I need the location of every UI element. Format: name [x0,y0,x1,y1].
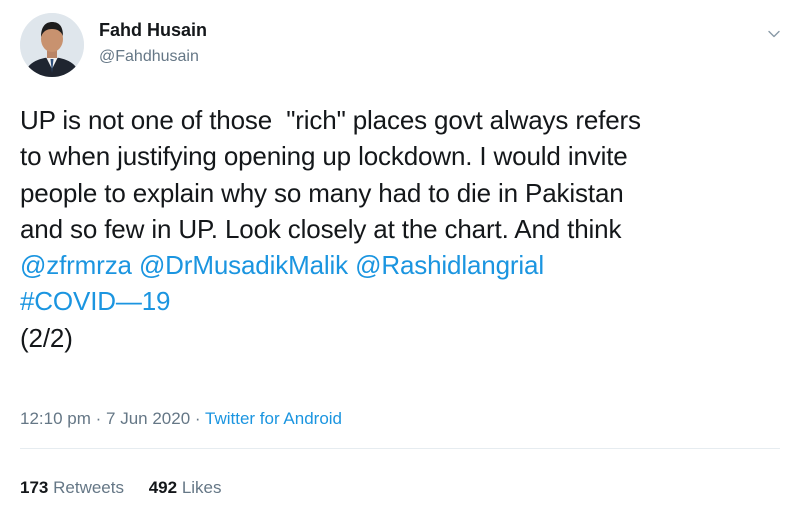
tweet-suffix: (2/2) [20,322,73,353]
avatar-image [20,13,84,77]
retweets-label: Retweets [53,478,124,497]
tweet-text-line: UP is not one of those "rich" places gov… [20,105,641,135]
mention-link-drmusadikmalik[interactable]: @DrMusadikMalik [139,250,348,280]
meta-separator: · [194,409,201,428]
tweet-time[interactable]: 12:10 pm [20,409,91,428]
tweet-text-line: and so few in UP. Look closely at the ch… [20,213,622,244]
tweet-text-line: people to explain why so many had to die… [20,177,624,208]
tweet-text-line: to when justifying opening up lockdown. … [20,141,628,172]
chevron-down-icon [768,30,780,38]
tweet-menu-button[interactable] [764,24,784,44]
hashtag-link[interactable]: #COVID—19 [20,286,171,316]
mention-link-zfrmrza[interactable]: @zfrmrza [20,250,132,280]
likes-label: Likes [181,478,222,497]
tweet-card: Fahd Husain @Fahdhusain UP is not one of… [0,0,800,518]
author-handle[interactable]: @Fahdhusain [99,48,199,66]
hashtag-line: #COVID—19 [20,283,795,319]
mention-link-rashidlangrial[interactable]: @Rashidlangrial [355,250,544,280]
tweet-date[interactable]: 7 Jun 2020 [106,409,190,428]
retweets-count: 173 [20,478,49,497]
tweet-meta: 12:10 pm · 7 Jun 2020 · Twitter for Andr… [20,409,342,429]
tweet-stats: 173 Retweets 492 Likes [20,478,242,498]
author-name[interactable]: Fahd Husain [99,20,207,41]
meta-separator: · [95,409,102,428]
likes-stat[interactable]: 492 Likes [149,478,222,497]
likes-count: 492 [148,478,178,497]
avatar[interactable] [20,13,84,77]
tweet-source-link[interactable]: Twitter for Android [205,409,342,428]
divider [20,448,780,449]
mentions-line: @zfrmrza @DrMusadikMalik @Rashidlangrial [20,247,795,283]
tweet-text: UP is not one of those "rich" places gov… [20,102,795,356]
retweets-stat[interactable]: 173 Retweets [20,478,124,497]
